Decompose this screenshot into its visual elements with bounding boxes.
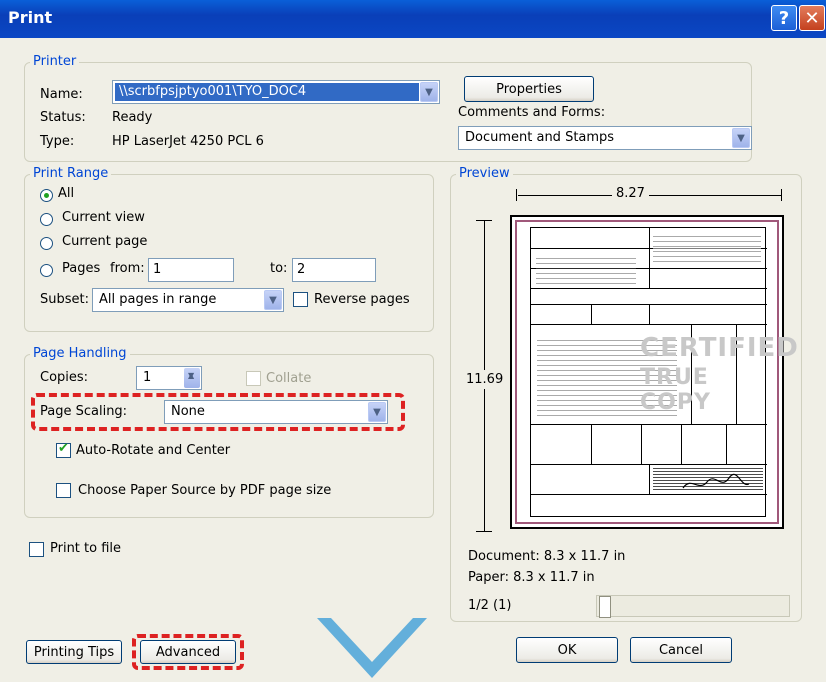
radio-current-view-label: Current view: [62, 210, 145, 225]
width-dimension-line: [518, 195, 782, 196]
height-tick-top: [476, 220, 492, 221]
page-scaling-label: Page Scaling:: [40, 404, 128, 419]
collate-checkbox[interactable]: [246, 371, 261, 386]
printer-name-select[interactable]: \\scrbfpsjptyo001\TYO_DOC4 ▼: [112, 80, 440, 104]
status-label: Status:: [40, 110, 86, 125]
slider-thumb[interactable]: [599, 596, 611, 618]
reverse-pages-checkbox[interactable]: [293, 292, 308, 307]
print-to-file-checkbox[interactable]: [29, 542, 44, 557]
copies-input[interactable]: 1 ▲ ▼: [136, 366, 202, 390]
document-size: Document: 8.3 x 11.7 in: [468, 549, 626, 564]
auto-rotate-label: Auto-Rotate and Center: [76, 443, 231, 458]
comments-forms-select[interactable]: Document and Stamps ▼: [458, 126, 752, 150]
page-slider[interactable]: [596, 595, 790, 618]
preview-label: Preview: [456, 166, 513, 181]
printer-group-label: Printer: [30, 54, 80, 69]
width-value: 8.27: [612, 186, 649, 201]
width-tick-left: [516, 189, 517, 201]
page-preview: CERTIFIED TRUE COPY: [510, 215, 798, 529]
comments-forms-value: Document and Stamps: [465, 130, 615, 145]
reverse-pages-label: Reverse pages: [314, 292, 410, 307]
chevron-down-icon[interactable]: ▼: [368, 402, 386, 422]
print-to-file-label: Print to file: [50, 541, 122, 556]
type-value: HP LaserJet 4250 PCL 6: [112, 134, 264, 149]
cancel-button[interactable]: Cancel: [630, 637, 732, 663]
copies-label: Copies:: [40, 370, 89, 385]
text-block: [536, 254, 636, 284]
from-value: 1: [153, 262, 162, 277]
to-value: 2: [297, 262, 306, 277]
subset-label: Subset:: [40, 292, 89, 307]
properties-button[interactable]: Properties: [464, 76, 594, 102]
height-tick-bottom: [476, 531, 492, 532]
page-indicator: 1/2 (1): [468, 598, 512, 613]
subset-value: All pages in range: [99, 292, 217, 307]
width-tick-right: [781, 189, 782, 201]
close-icon: ✕: [804, 7, 820, 29]
advanced-button[interactable]: Advanced: [140, 640, 236, 664]
copies-spinner[interactable]: ▲ ▼: [184, 368, 200, 388]
radio-all[interactable]: [40, 189, 53, 202]
printer-name-label: Name:: [40, 87, 83, 102]
to-label: to:: [270, 261, 288, 276]
stamp-certified: CERTIFIED: [640, 333, 799, 363]
height-value: 11.69: [466, 370, 504, 389]
stamp-true-copy: TRUE COPY: [640, 365, 711, 415]
paper-size: Paper: 8.3 x 11.7 in: [468, 570, 595, 585]
close-button[interactable]: ✕: [799, 5, 825, 31]
radio-current-view[interactable]: [40, 213, 53, 226]
comments-forms-label: Comments and Forms:: [458, 105, 606, 120]
radio-pages[interactable]: [40, 264, 53, 277]
radio-all-label: All: [58, 186, 75, 201]
subset-select[interactable]: All pages in range ▼: [92, 288, 284, 312]
printing-tips-button[interactable]: Printing Tips: [26, 640, 122, 664]
text-block: [653, 232, 761, 262]
from-label: from:: [110, 261, 145, 276]
chevron-down-icon[interactable]: ▼: [732, 128, 750, 148]
type-label: Type:: [40, 134, 75, 149]
question-icon: ?: [778, 7, 790, 29]
title-bar: Print ? ✕: [0, 0, 826, 38]
spin-down-icon[interactable]: ▼: [188, 371, 194, 380]
page-scaling-value: None: [171, 404, 205, 419]
chevron-down-icon[interactable]: ▼: [420, 82, 438, 102]
page-scaling-select[interactable]: None ▼: [164, 400, 388, 424]
help-button[interactable]: ?: [771, 5, 797, 31]
window-title: Print: [8, 8, 53, 27]
collate-label: Collate: [266, 371, 312, 386]
from-input[interactable]: 1: [148, 258, 234, 282]
signature-image: [681, 472, 751, 494]
pointer-arrow-graphic: [317, 618, 427, 678]
to-input[interactable]: 2: [292, 258, 376, 282]
print-range-label: Print Range: [30, 166, 112, 181]
status-value: Ready: [112, 110, 153, 125]
paper-source-checkbox[interactable]: [56, 483, 71, 498]
radio-pages-label: Pages: [62, 261, 101, 276]
auto-rotate-checkbox[interactable]: [56, 441, 71, 458]
paper-source-label: Choose Paper Source by PDF page size: [78, 483, 332, 498]
chevron-down-icon[interactable]: ▼: [264, 290, 282, 310]
copies-value: 1: [143, 370, 152, 385]
printer-name-value: \\scrbfpsjptyo001\TYO_DOC4: [119, 84, 307, 99]
page-handling-label: Page Handling: [30, 346, 130, 361]
ok-button[interactable]: OK: [516, 637, 618, 663]
radio-current-page[interactable]: [40, 237, 53, 250]
radio-current-page-label: Current page: [62, 234, 148, 249]
